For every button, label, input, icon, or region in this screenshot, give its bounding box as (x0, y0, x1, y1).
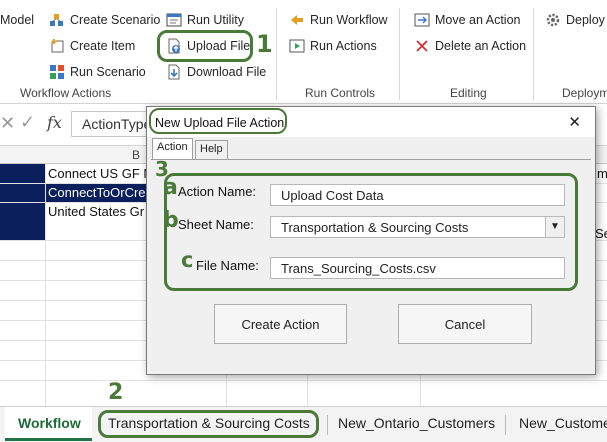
run-workflow-icon (289, 12, 305, 28)
tab-new-ontario-customers[interactable]: New_Ontario_Customers (338, 415, 495, 431)
deploy-label: Deploy (566, 13, 605, 27)
run-scenario-icon (49, 64, 65, 80)
file-name-label: File Name: (196, 258, 259, 273)
tab-workflow[interactable]: Workflow (18, 415, 81, 431)
dialog-title-highlight (149, 108, 287, 134)
annotation-c: c (181, 248, 194, 272)
ribbon-separator (276, 8, 277, 100)
download-file-button[interactable]: Download File (166, 62, 266, 82)
ribbon: Model Create Scenario Create Item Run Sc… (0, 0, 607, 104)
fx-icon[interactable]: fx (47, 113, 62, 132)
action-name-input[interactable]: Upload Cost Data (270, 184, 565, 206)
deploy-gear-icon (545, 12, 561, 28)
delete-action-button[interactable]: Delete an Action (414, 36, 526, 56)
group-workflow-actions-label: Workflow Actions (20, 86, 112, 100)
upload-file-highlight (157, 30, 253, 62)
delete-action-label: Delete an Action (435, 39, 527, 53)
ribbon-separator (533, 8, 534, 100)
run-workflow-label: Run Workflow (310, 13, 388, 27)
annotation-1: 1 (256, 30, 273, 58)
file-name-input[interactable]: Trans_Sourcing_Costs.csv (270, 257, 565, 279)
utility-icon (166, 12, 182, 28)
move-action-label: Move an Action (435, 13, 521, 27)
annotation-a: a (163, 175, 178, 200)
model-button[interactable]: Model (0, 10, 34, 30)
create-scenario-button[interactable]: Create Scenario (49, 10, 160, 30)
cancel-button[interactable]: Cancel (398, 304, 532, 344)
column-header-b: B (132, 148, 141, 162)
run-workflow-button[interactable]: Run Workflow (289, 10, 388, 30)
cancel-x-icon[interactable]: ✕ (0, 113, 15, 134)
sheet-tab-bar: Workflow Transportation & Sourcing Costs… (0, 406, 607, 442)
new-upload-file-dialog: New Upload File Action ✕ Action Help 3 a… (146, 106, 596, 375)
annotation-b: b (163, 208, 179, 233)
create-action-button[interactable]: Create Action (214, 304, 347, 344)
sheet-name-value: Transportation & Sourcing Costs (281, 220, 469, 235)
deploy-button[interactable]: Deploy (545, 10, 605, 30)
move-action-icon (414, 12, 430, 28)
run-scenario-label: Run Scenario (70, 65, 146, 79)
cell-right-1[interactable]: m (597, 166, 607, 181)
ribbon-separator (399, 8, 400, 100)
download-file-label: Download File (187, 65, 267, 79)
download-file-icon (166, 64, 182, 80)
run-actions-button[interactable]: Run Actions (289, 36, 377, 56)
run-actions-label: Run Actions (310, 39, 377, 53)
model-label: Model (0, 13, 35, 27)
group-editing-label: Editing (450, 86, 487, 100)
confirm-check-icon[interactable]: ✓ (20, 112, 35, 133)
transport-tab-highlight (98, 410, 319, 438)
cell-b3[interactable]: ConnectToOrCre (48, 185, 146, 200)
create-item-icon (49, 38, 65, 54)
run-scenario-button[interactable]: Run Scenario (49, 62, 146, 82)
tab-new-customers[interactable]: New_Custome (519, 415, 607, 431)
cell-b4[interactable]: United States Gr (48, 204, 146, 219)
group-run-controls-label: Run Controls (305, 86, 376, 100)
sheet-name-select[interactable]: Transportation & Sourcing Costs (270, 216, 565, 238)
tab-divider (151, 159, 591, 160)
scenario-icon (49, 12, 65, 28)
tab-help[interactable]: Help (195, 140, 228, 160)
create-scenario-label: Create Scenario (70, 13, 161, 27)
delete-x-icon (414, 38, 430, 54)
run-utility-button[interactable]: Run Utility (166, 10, 244, 30)
create-item-label: Create Item (70, 39, 136, 53)
action-name-label: Action Name: (178, 184, 257, 199)
cell-right-2[interactable]: Se (595, 226, 607, 241)
create-item-button[interactable]: Create Item (49, 36, 135, 56)
run-actions-icon (289, 38, 305, 54)
annotation-2: 2 (108, 380, 124, 405)
dropdown-arrow-icon[interactable]: ▼ (545, 217, 564, 237)
move-action-button[interactable]: Move an Action (414, 10, 520, 30)
sheet-name-label: Sheet Name: (178, 217, 254, 232)
cell-b2[interactable]: Connect US GF M (48, 166, 146, 181)
run-utility-label: Run Utility (187, 13, 244, 27)
group-deployment-label: Deploym (562, 86, 607, 100)
close-icon[interactable]: ✕ (568, 113, 581, 131)
